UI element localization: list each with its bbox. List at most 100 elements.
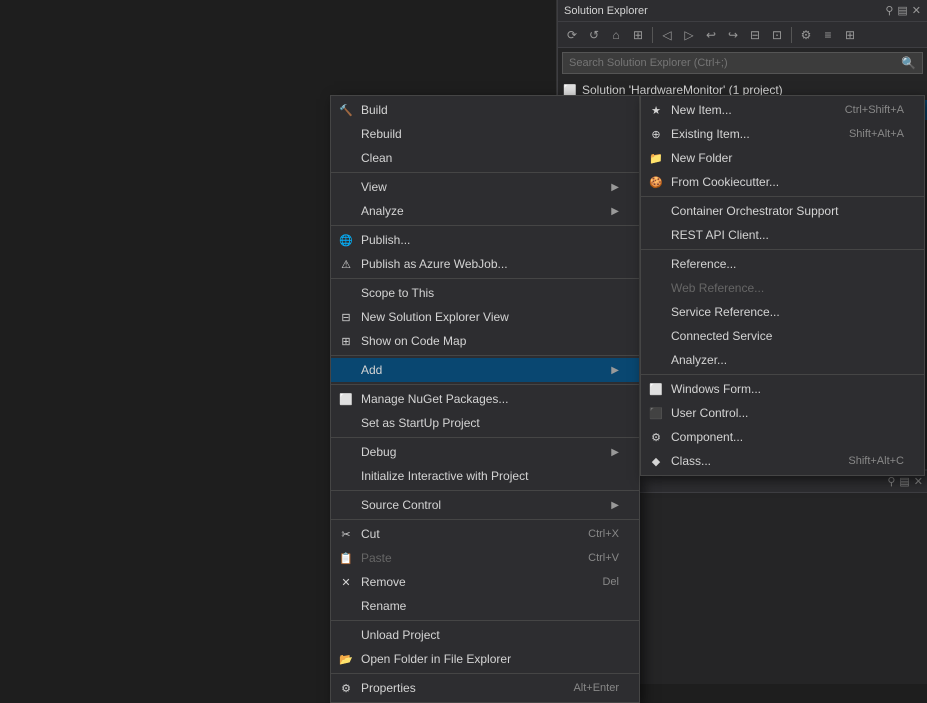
submenu-arrow-icon: ▶ xyxy=(611,182,619,193)
cm-item-unload[interactable]: Unload Project xyxy=(331,623,639,647)
cm-item-publish[interactable]: 🌐 Publish... xyxy=(331,228,639,252)
home-btn[interactable]: ⌂ xyxy=(606,25,626,45)
cm-label: Rename xyxy=(361,599,619,613)
close-icon[interactable]: ✕ xyxy=(912,4,921,17)
cm-item-new-se-view[interactable]: ⊟New Solution Explorer View xyxy=(331,305,639,329)
add-submenu-label: REST API Client... xyxy=(671,228,904,242)
cm-label: Cut xyxy=(361,527,568,541)
cm-item-clean[interactable]: Clean xyxy=(331,146,639,170)
copy-btn[interactable]: ⊞ xyxy=(628,25,648,45)
pin-icon[interactable]: ⚲ xyxy=(885,4,893,17)
undo-btn[interactable]: ↩ xyxy=(701,25,721,45)
cm-separator xyxy=(331,490,639,491)
add-submenu-item-reference[interactable]: Reference... xyxy=(641,252,924,276)
add-submenu-item-container-support[interactable]: Container Orchestrator Support xyxy=(641,199,924,223)
cm-item-view[interactable]: View▶ xyxy=(331,175,639,199)
cm-separator xyxy=(331,172,639,173)
add-submenu: ★New Item...Ctrl+Shift+A⊕Existing Item..… xyxy=(640,95,925,476)
new-folder-icon: 📁 xyxy=(647,149,665,167)
add-submenu-item-web-reference: Web Reference... xyxy=(641,276,924,300)
extra-btn[interactable]: ⊞ xyxy=(840,25,860,45)
cm-item-cut[interactable]: ✂CutCtrl+X xyxy=(331,522,639,546)
cm-separator xyxy=(331,673,639,674)
cm-item-source-control[interactable]: Source Control▶ xyxy=(331,493,639,517)
add-submenu-item-service-reference[interactable]: Service Reference... xyxy=(641,300,924,324)
se-search-input[interactable] xyxy=(569,57,901,69)
cm-label: Publish... xyxy=(361,233,619,247)
cm-item-startup[interactable]: Set as StartUp Project xyxy=(331,411,639,435)
cut-icon: ✂ xyxy=(337,525,355,543)
back-btn[interactable]: ◁ xyxy=(657,25,677,45)
add-submenu-item-user-control[interactable]: ⬛User Control... xyxy=(641,401,924,425)
add-submenu-item-new-folder[interactable]: 📁 New Folder xyxy=(641,146,924,170)
forward-btn[interactable]: ▷ xyxy=(679,25,699,45)
se-search-box[interactable]: 🔍 xyxy=(562,52,923,74)
submenu-arrow-icon: ▶ xyxy=(611,447,619,458)
cm-item-add[interactable]: Add▶ xyxy=(331,358,639,382)
cm-label: Initialize Interactive with Project xyxy=(361,469,619,483)
settings-btn[interactable]: ⚙ xyxy=(796,25,816,45)
cm-item-interactive[interactable]: Initialize Interactive with Project xyxy=(331,464,639,488)
add-submenu-label: Class... xyxy=(671,454,828,468)
add-submenu-shortcut: Ctrl+Shift+A xyxy=(845,104,904,116)
bp-dock-icon[interactable]: ▤ xyxy=(899,475,909,488)
cm-item-manage-nuget[interactable]: ⬜ Manage NuGet Packages... xyxy=(331,387,639,411)
cm-label: Paste xyxy=(361,551,568,565)
cm-item-rename[interactable]: Rename xyxy=(331,594,639,618)
cm-item-paste: 📋PasteCtrl+V xyxy=(331,546,639,570)
properties-icon: ⚙ xyxy=(337,679,355,697)
left-sidebar xyxy=(0,0,330,684)
cm-item-publish-azure[interactable]: ⚠Publish as Azure WebJob... xyxy=(331,252,639,276)
view-btn[interactable]: ⊡ xyxy=(767,25,787,45)
add-submenu-label: From Cookiecutter... xyxy=(671,175,904,189)
class-icon: ◆ xyxy=(647,452,665,470)
se-title-bar: Solution Explorer ⚲ ▤ ✕ xyxy=(558,0,927,22)
add-submenu-item-analyzer[interactable]: Analyzer... xyxy=(641,348,924,372)
bp-close-icon[interactable]: ✕ xyxy=(914,475,923,488)
add-submenu-item-new-item[interactable]: ★New Item...Ctrl+Shift+A xyxy=(641,98,924,122)
context-menu: 🔨BuildRebuildClean View▶Analyze▶ 🌐 Publish.… xyxy=(330,95,640,703)
add-submenu-label: New Folder xyxy=(671,151,904,165)
refresh-btn[interactable]: ↺ xyxy=(584,25,604,45)
cm-item-scope[interactable]: Scope to This xyxy=(331,281,639,305)
add-submenu-label: Connected Service xyxy=(671,329,904,343)
add-submenu-label: Component... xyxy=(671,430,904,444)
redo-btn[interactable]: ↪ xyxy=(723,25,743,45)
folder-open-icon: 📂 xyxy=(337,650,355,668)
cm-item-properties[interactable]: ⚙PropertiesAlt+Enter xyxy=(331,676,639,700)
cm-item-debug[interactable]: Debug▶ xyxy=(331,440,639,464)
build-icon: 🔨 xyxy=(337,101,355,119)
dock-icon[interactable]: ▤ xyxy=(897,4,907,17)
publish-icon: 🌐 xyxy=(337,231,355,249)
nuget-icon: ⬜ xyxy=(337,390,355,408)
cm-item-rebuild[interactable]: Rebuild xyxy=(331,122,639,146)
cm-label: Manage NuGet Packages... xyxy=(361,392,619,406)
cm-label: Properties xyxy=(361,681,553,695)
cm-separator xyxy=(331,278,639,279)
filter-btn[interactable]: ≡ xyxy=(818,25,838,45)
cm-item-build[interactable]: 🔨Build xyxy=(331,98,639,122)
copy2-btn[interactable]: ⊟ xyxy=(745,25,765,45)
add-submenu-item-connected-service[interactable]: Connected Service xyxy=(641,324,924,348)
cm-label: Scope to This xyxy=(361,286,619,300)
add-submenu-item-class[interactable]: ◆Class...Shift+Alt+C xyxy=(641,449,924,473)
cm-label: Publish as Azure WebJob... xyxy=(361,257,619,271)
add-submenu-item-component[interactable]: ⚙Component... xyxy=(641,425,924,449)
add-submenu-item-from-cookiecutter[interactable]: 🍪From Cookiecutter... xyxy=(641,170,924,194)
add-submenu-item-windows-form[interactable]: ⬜Windows Form... xyxy=(641,377,924,401)
se-toolbar: ⟳ ↺ ⌂ ⊞ ◁ ▷ ↩ ↪ ⊟ ⊡ ⚙ ≡ ⊞ xyxy=(558,22,927,48)
add-submenu-item-rest-api[interactable]: REST API Client... xyxy=(641,223,924,247)
add-submenu-label: Reference... xyxy=(671,257,904,271)
cm-label: Add xyxy=(361,363,611,377)
cm-item-open-folder[interactable]: 📂Open Folder in File Explorer xyxy=(331,647,639,671)
sync-btn[interactable]: ⟳ xyxy=(562,25,582,45)
add-submenu-item-existing-item[interactable]: ⊕Existing Item...Shift+Alt+A xyxy=(641,122,924,146)
cm-item-analyze[interactable]: Analyze▶ xyxy=(331,199,639,223)
cm-item-remove[interactable]: ✕RemoveDel xyxy=(331,570,639,594)
cm-label: Set as StartUp Project xyxy=(361,416,619,430)
cm-separator xyxy=(331,437,639,438)
cm-label: Source Control xyxy=(361,498,611,512)
bp-pin-icon[interactable]: ⚲ xyxy=(887,475,895,488)
cm-item-show-code-map[interactable]: ⊞Show on Code Map xyxy=(331,329,639,353)
add-submenu-label: User Control... xyxy=(671,406,904,420)
